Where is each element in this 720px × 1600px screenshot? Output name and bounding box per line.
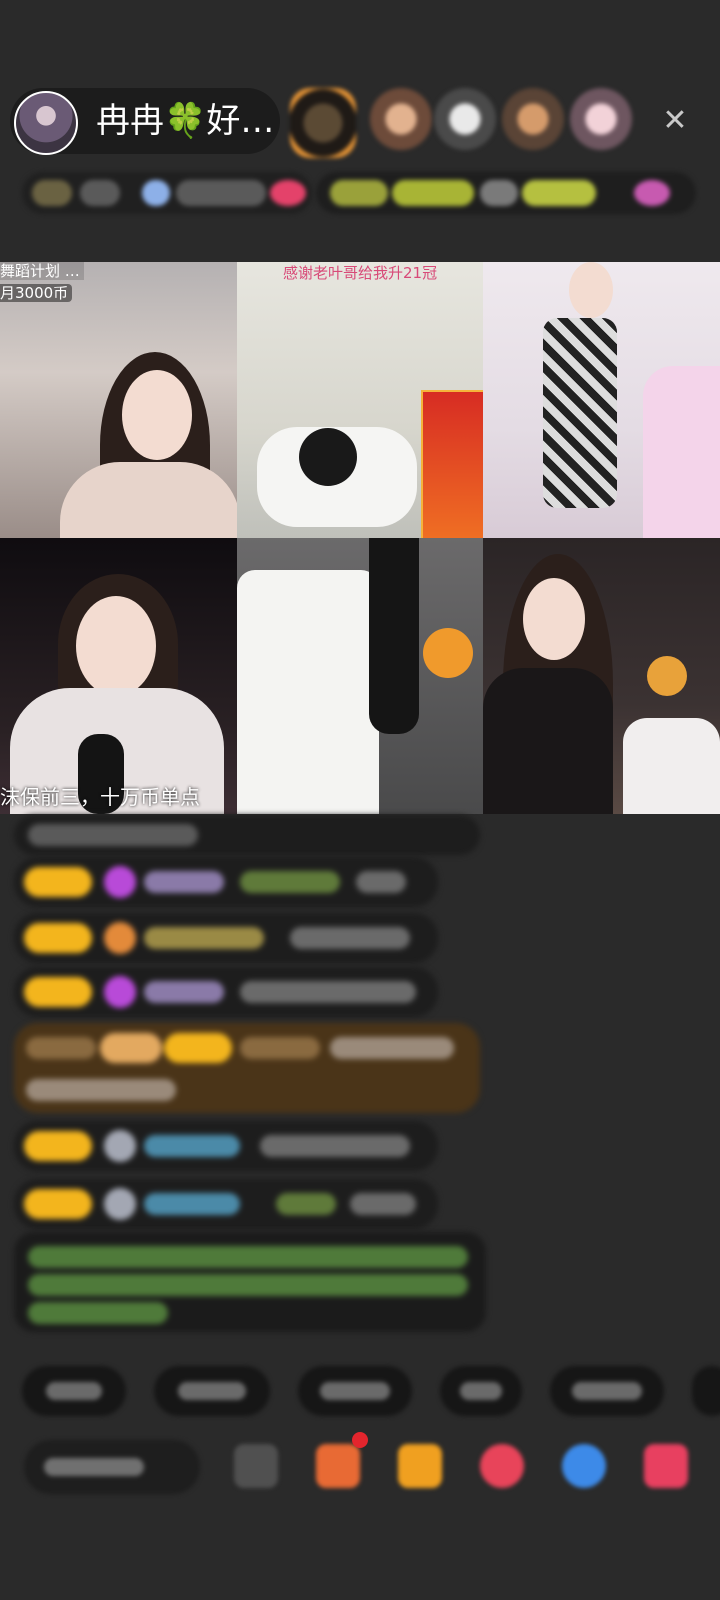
tile-caption: 舞蹈计划 … (0, 262, 84, 280)
system-notice (14, 1232, 486, 1332)
tile-caption: 感谢老叶哥给我升21冠 (283, 264, 438, 282)
top-bar: 冉冉🍀好… ✕ (0, 80, 720, 160)
quick-tag[interactable] (440, 1366, 522, 1416)
host-arm (369, 538, 419, 734)
video-tile[interactable] (237, 538, 483, 814)
video-tile[interactable]: 感谢老叶哥给我升21冠 (237, 262, 483, 538)
viewer-avatar[interactable] (570, 88, 632, 150)
chat-message (14, 1121, 438, 1171)
gem-icon (104, 866, 136, 898)
host-name: 冉冉🍀好… (96, 101, 275, 141)
host-face (569, 262, 613, 318)
emoji-icon[interactable] (234, 1444, 278, 1488)
flower-decor (423, 628, 473, 678)
tile-caption: 沫保前三，十万币单点 (0, 785, 200, 809)
video-tile[interactable]: 沫保前三，十万币单点 (0, 538, 237, 814)
chat-message (14, 1179, 438, 1229)
rank-pill[interactable] (316, 172, 696, 214)
quick-tag[interactable] (298, 1366, 412, 1416)
pink-chair (643, 366, 720, 538)
chat-message-highlight (14, 1023, 480, 1113)
room-stats-pill[interactable] (22, 172, 312, 214)
video-tile[interactable] (483, 538, 720, 814)
room-info-bar (0, 168, 720, 220)
chat-message (14, 913, 438, 963)
quick-reply-tags (0, 1366, 720, 1426)
host-body (60, 462, 237, 538)
gift-box-icon[interactable] (316, 1444, 360, 1488)
viewer-avatar[interactable] (434, 88, 496, 150)
host-info-pill[interactable]: 冉冉🍀好… (10, 88, 280, 155)
host-face (76, 596, 156, 696)
level-badge (164, 1033, 232, 1063)
chat-message (14, 967, 438, 1017)
multi-host-video-grid: 舞蹈计划 … 月3000币 感谢老叶哥给我升21冠 沫保前三，十万币单点 (0, 262, 720, 814)
viewer-avatar[interactable] (370, 88, 432, 150)
white-chair (623, 718, 720, 814)
host-body (483, 668, 613, 814)
notification-dot (352, 1432, 368, 1448)
video-tile[interactable] (483, 262, 720, 538)
flower-decor (647, 656, 687, 696)
white-panel (237, 570, 379, 814)
viewer-avatar[interactable] (502, 88, 564, 150)
gift-poster (421, 390, 483, 538)
level-badge (24, 923, 92, 953)
quick-tag[interactable] (154, 1366, 270, 1416)
video-tile[interactable]: 舞蹈计划 … 月3000币 (0, 262, 237, 538)
viewer-avatar[interactable] (290, 88, 356, 158)
quick-tag[interactable] (550, 1366, 664, 1416)
fan-icon (104, 922, 136, 954)
chat-message (14, 857, 438, 907)
comment-input[interactable] (24, 1440, 200, 1494)
level-badge (24, 867, 92, 897)
host-head (299, 428, 357, 486)
close-icon[interactable]: ✕ (652, 98, 698, 144)
gift-icon[interactable] (644, 1444, 688, 1488)
user-avatar (104, 1188, 136, 1220)
host-body (543, 318, 617, 508)
share-icon[interactable] (562, 1444, 606, 1488)
gem-icon (104, 976, 136, 1008)
like-icon[interactable] (480, 1444, 524, 1488)
level-badge (24, 1189, 92, 1219)
level-badge (24, 977, 92, 1007)
fan-club-icon[interactable] (398, 1444, 442, 1488)
quick-tag[interactable] (692, 1366, 720, 1416)
host-face (523, 578, 585, 660)
quick-tag[interactable] (22, 1366, 126, 1416)
tile-caption: 月3000币 (0, 284, 73, 302)
level-badge (24, 1131, 92, 1161)
bottom-action-bar (0, 1432, 720, 1540)
user-avatar (104, 1130, 136, 1162)
host-avatar[interactable] (14, 91, 78, 155)
chat-message (14, 815, 480, 855)
host-face (122, 370, 192, 460)
